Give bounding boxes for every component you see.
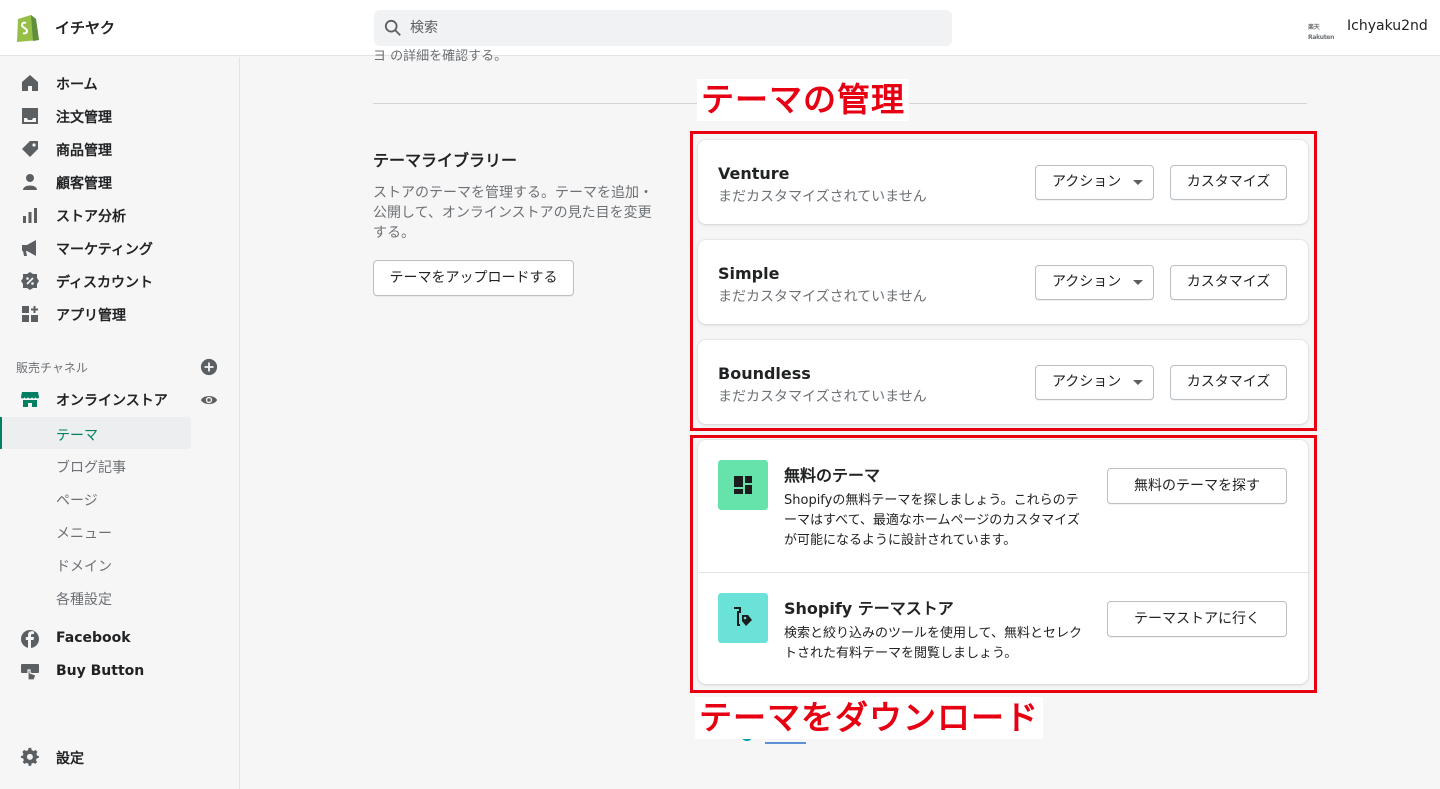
sidebar-item-orders[interactable]: 注文管理 xyxy=(0,100,238,132)
store-icon xyxy=(21,392,39,407)
sidebar-item-marketing[interactable]: マーケティング xyxy=(0,232,238,264)
sidebar-subitem-domains[interactable]: ドメイン xyxy=(0,548,238,580)
sidebar-item-label: Buy Button xyxy=(56,663,145,679)
home-icon xyxy=(22,75,38,91)
sidebar-item-label: Facebook xyxy=(56,630,131,646)
download-themes-highlight xyxy=(690,435,1317,693)
sidebar-subitem-blog[interactable]: ブログ記事 xyxy=(0,449,238,481)
shopify-logo-icon[interactable] xyxy=(14,12,40,42)
orders-icon xyxy=(22,108,38,124)
theme-library-description: ストアのテーマを管理する。テーマを追加・公開して、オンラインストアの見た目を変更… xyxy=(373,185,653,241)
sidebar-item-label: 注文管理 xyxy=(56,110,112,126)
sidebar-item-facebook[interactable]: Facebook xyxy=(0,623,238,655)
sidebar-subitem-themes[interactable]: テーマ xyxy=(2,417,191,449)
user-store-logo[interactable]: 楽天 Rakuten xyxy=(1308,23,1338,41)
sidebar-item-analytics[interactable]: ストア分析 xyxy=(0,199,238,231)
sidebar-item-home[interactable]: ホーム xyxy=(0,67,238,99)
sidebar-item-label: アプリ管理 xyxy=(56,308,126,324)
sidebar-subitem-label: ブログ記事 xyxy=(56,460,126,476)
sidebar: ホーム 注文管理 商品管理 顧客管理 ストア分析 マーケティング ディスカウント… xyxy=(0,57,240,789)
sidebar-item-label: 商品管理 xyxy=(56,143,112,159)
search-icon xyxy=(384,19,401,36)
apps-icon xyxy=(22,306,38,322)
store-name[interactable]: イチヤク xyxy=(55,17,115,38)
sidebar-subitem-label: テーマ xyxy=(56,428,98,444)
partial-help-text: ヨ の詳細を確認する。 xyxy=(373,49,508,64)
sidebar-item-label: ディスカウント xyxy=(56,275,154,291)
sidebar-item-buy-button[interactable]: Buy Button xyxy=(0,656,238,688)
sidebar-item-settings[interactable]: 設定 xyxy=(0,741,238,773)
sidebar-subitem-preferences[interactable]: 各種設定 xyxy=(0,581,238,613)
eye-icon[interactable] xyxy=(200,391,218,409)
buy-button-icon xyxy=(21,664,39,681)
gear-icon xyxy=(20,747,39,766)
sidebar-item-label: マーケティング xyxy=(56,242,153,258)
sidebar-item-label: 設定 xyxy=(56,751,84,767)
manage-themes-annotation: テーマの管理 xyxy=(697,79,909,121)
sidebar-subitem-pages[interactable]: ページ xyxy=(0,482,238,514)
sidebar-subitem-label: ページ xyxy=(56,493,98,509)
user-name[interactable]: Ichyaku2nd xyxy=(1347,18,1428,34)
sidebar-item-label: ホーム xyxy=(56,77,98,93)
sidebar-item-discounts[interactable]: ディスカウント xyxy=(0,265,238,297)
upload-theme-button[interactable]: テーマをアップロードする xyxy=(373,260,574,296)
sales-channels-heading: 販売チャネル xyxy=(16,361,88,375)
sidebar-item-products[interactable]: 商品管理 xyxy=(0,133,238,165)
sidebar-item-apps[interactable]: アプリ管理 xyxy=(0,298,238,330)
sidebar-subitem-label: 各種設定 xyxy=(56,592,112,608)
search-bar[interactable] xyxy=(374,10,952,46)
tag-icon xyxy=(22,141,38,157)
discount-icon xyxy=(21,272,39,290)
add-channel-icon[interactable] xyxy=(200,358,218,376)
facebook-icon xyxy=(21,630,39,648)
customer-icon xyxy=(23,174,37,190)
sidebar-subitem-label: ドメイン xyxy=(56,559,112,575)
sidebar-item-label: オンラインストア xyxy=(56,393,168,409)
sidebar-item-customers[interactable]: 顧客管理 xyxy=(0,166,238,198)
sidebar-item-label: 顧客管理 xyxy=(56,176,112,192)
sidebar-subitem-label: メニュー xyxy=(56,526,112,542)
manage-themes-highlight xyxy=(690,131,1317,431)
top-bar: イチヤク 楽天 Rakuten Ichyaku2nd xyxy=(0,0,1440,56)
search-input[interactable] xyxy=(410,10,940,46)
megaphone-icon xyxy=(22,240,36,256)
download-themes-annotation: テーマをダウンロード xyxy=(695,697,1043,739)
sidebar-subitem-menu[interactable]: メニュー xyxy=(0,515,238,547)
theme-library-title: テーマライブラリー xyxy=(373,151,518,170)
analytics-icon xyxy=(23,208,37,223)
sidebar-item-label: ストア分析 xyxy=(56,209,126,225)
